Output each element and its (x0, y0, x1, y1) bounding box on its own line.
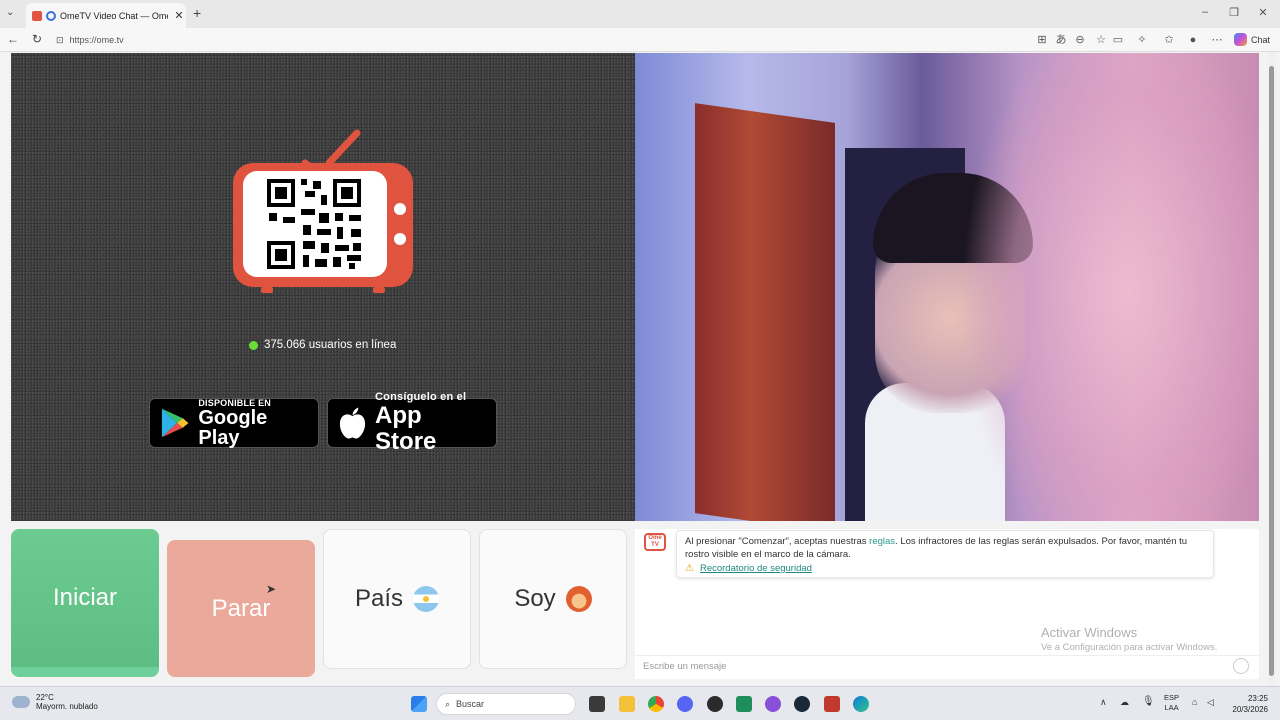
chat-panel: Ome TV Al presionar "Comenzar", aceptas … (635, 529, 1259, 679)
steam-icon[interactable] (794, 696, 810, 712)
close-window-icon[interactable]: ✕ (1253, 6, 1273, 19)
weather-desc: Mayorm. nublado (36, 702, 98, 711)
favorite-star-icon[interactable]: ☆ (1094, 33, 1108, 47)
reload-icon[interactable]: ↻ (29, 32, 45, 46)
address-bar: ← ↻ ⊡ https://ome.tv ⊞ あ ⊖ ☆ ▭ ✧ ✩ ● ⋯ C… (0, 28, 1280, 52)
app-store-badge[interactable]: Consíguelo en el App Store (327, 391, 497, 455)
restore-icon[interactable]: ❐ (1224, 6, 1244, 19)
tab-title: OmeTV Video Chat — Omeg (60, 10, 168, 21)
copilot-chat-label: Chat (1251, 34, 1271, 45)
taskbar-search-label: Buscar (456, 699, 485, 709)
task-view-icon[interactable] (589, 696, 605, 712)
windows-activation-watermark: Activar Windows Ve a Configuración para … (1041, 625, 1217, 653)
microphone-icon[interactable]: 🎙 (1142, 696, 1155, 707)
onedrive-icon[interactable]: ☁ (1120, 697, 1129, 708)
rules-notice: Al presionar "Comenzar", aceptas nuestra… (676, 530, 1214, 578)
app-icon[interactable] (736, 696, 752, 712)
start-button-label: Iniciar (52, 584, 118, 611)
app-available-icon[interactable]: ⊞ (1035, 33, 1049, 47)
browser-tab-bar: ⌄ OmeTV Video Chat — Omeg ✕ + – ❐ ✕ (0, 0, 1280, 28)
obs-icon[interactable] (707, 696, 723, 712)
google-play-badge[interactable]: DISPONIBLE EN Google Play (149, 398, 319, 448)
close-tab-icon[interactable]: ✕ (172, 9, 186, 22)
minimize-icon[interactable]: – (1195, 6, 1215, 18)
scrollbar-thumb[interactable] (1269, 66, 1274, 676)
watermark-subtitle: Ve a Configuración para activar Windows. (1041, 642, 1218, 653)
country-button[interactable]: País (323, 529, 471, 669)
start-menu-icon[interactable] (411, 696, 427, 712)
tray-chevron-icon[interactable]: ∧ (1100, 697, 1107, 708)
partner-placeholder-panel: 375.066 usuarios en línea DISPONIBLE EN … (11, 53, 635, 521)
site-info-icon[interactable]: ⊡ (56, 35, 64, 46)
safety-reminder-link[interactable]: Recordatorio de seguridad (700, 562, 812, 575)
taskbar-search[interactable]: ⌕ Buscar (436, 693, 576, 715)
tab-list-chevron-icon[interactable]: ⌄ (6, 7, 14, 18)
cloud-icon (12, 696, 30, 708)
translate-icon[interactable]: あ (1054, 33, 1068, 47)
ometv-favicon-icon (32, 10, 42, 21)
chrome-icon[interactable] (648, 696, 664, 712)
volume-icon[interactable]: ◁ (1207, 697, 1214, 708)
clock-time: 23:25 (1247, 694, 1268, 703)
search-icon: ⌕ (445, 698, 451, 709)
camera-in-use-icon[interactable]: ▭ (1111, 33, 1125, 47)
favorites-icon[interactable]: ✩ (1162, 33, 1176, 47)
stop-button-label: Parar (211, 594, 271, 622)
weather-temp: 22°C (36, 693, 54, 702)
language-code: ESP (1164, 693, 1180, 702)
language-indicator[interactable]: ESP LAA (1164, 693, 1179, 713)
browser-tab-ometv[interactable]: OmeTV Video Chat — Omeg ✕ (26, 3, 186, 28)
reader-icon[interactable]: ⊖ (1073, 33, 1087, 47)
message-input[interactable]: Escribe un mensaje (635, 655, 1259, 677)
copilot-icon (1234, 33, 1247, 46)
start-button[interactable]: Iniciar (11, 529, 159, 677)
file-explorer-icon[interactable] (619, 696, 635, 712)
rules-link[interactable]: reglas (869, 536, 895, 547)
google-play-big-label: Google Play (198, 407, 268, 449)
country-button-label: País (354, 585, 404, 612)
message-placeholder: Escribe un mensaje (643, 661, 727, 672)
warning-icon: ⚠ (685, 563, 694, 574)
copilot-chat-button[interactable]: Chat (1234, 33, 1270, 46)
gender-button[interactable]: Soy (479, 529, 627, 669)
url-field[interactable]: ⊡ https://ome.tv (52, 31, 1022, 49)
discord-icon[interactable] (677, 696, 693, 712)
keyboard-layout: LAA (1164, 703, 1179, 712)
notice-text-pre: Al presionar "Comenzar", aceptas nuestra… (685, 536, 870, 547)
app-store-big-label: App Store (375, 402, 437, 455)
recording-indicator-icon (46, 10, 56, 21)
more-menu-icon[interactable]: ⋯ (1210, 33, 1224, 47)
ometv-small-logo-icon: Ome TV (644, 533, 666, 551)
url-text: https://ome.tv (69, 35, 124, 45)
back-icon[interactable]: ← (5, 32, 21, 46)
twitch-icon[interactable] (765, 696, 781, 712)
online-dot-icon (249, 340, 258, 350)
self-camera-video (635, 53, 1259, 521)
page-scrollbar[interactable] (1268, 52, 1276, 686)
ometv-page: 375.066 usuarios en línea DISPONIBLE EN … (0, 52, 1280, 686)
argentina-flag-icon (413, 586, 440, 612)
game-icon[interactable] (824, 696, 840, 712)
new-tab-icon[interactable]: + (193, 5, 201, 21)
windows-taskbar: 22°C Mayorm. nublado ⌕ Buscar ∧ ☁ 🎙 ESP … (0, 686, 1280, 720)
weather-widget[interactable]: 22°C Mayorm. nublado (12, 693, 98, 711)
woman-emoji-icon (565, 586, 592, 612)
ometv-tv-qr-logo[interactable] (233, 129, 413, 294)
gender-button-label: Soy (514, 585, 556, 612)
online-users-count: 375.066 usuarios en línea (264, 339, 397, 351)
stop-button[interactable]: Parar (167, 540, 315, 677)
watermark-title: Activar Windows (1041, 625, 1138, 640)
network-icon[interactable]: ⌂ (1192, 697, 1197, 707)
edge-icon[interactable] (853, 696, 869, 712)
emoji-icon[interactable] (1233, 658, 1249, 674)
profile-avatar-icon[interactable]: ● (1186, 33, 1200, 47)
online-users-indicator: 375.066 usuarios en línea (249, 339, 396, 351)
clock-date: 20/3/2026 (1232, 705, 1268, 714)
extensions-icon[interactable]: ✧ (1135, 33, 1149, 47)
mouse-cursor-icon: ➤ (266, 582, 277, 596)
apple-icon (339, 407, 366, 439)
google-play-icon (161, 408, 189, 438)
taskbar-clock[interactable]: 23:25 20/3/2026 (1226, 693, 1268, 715)
